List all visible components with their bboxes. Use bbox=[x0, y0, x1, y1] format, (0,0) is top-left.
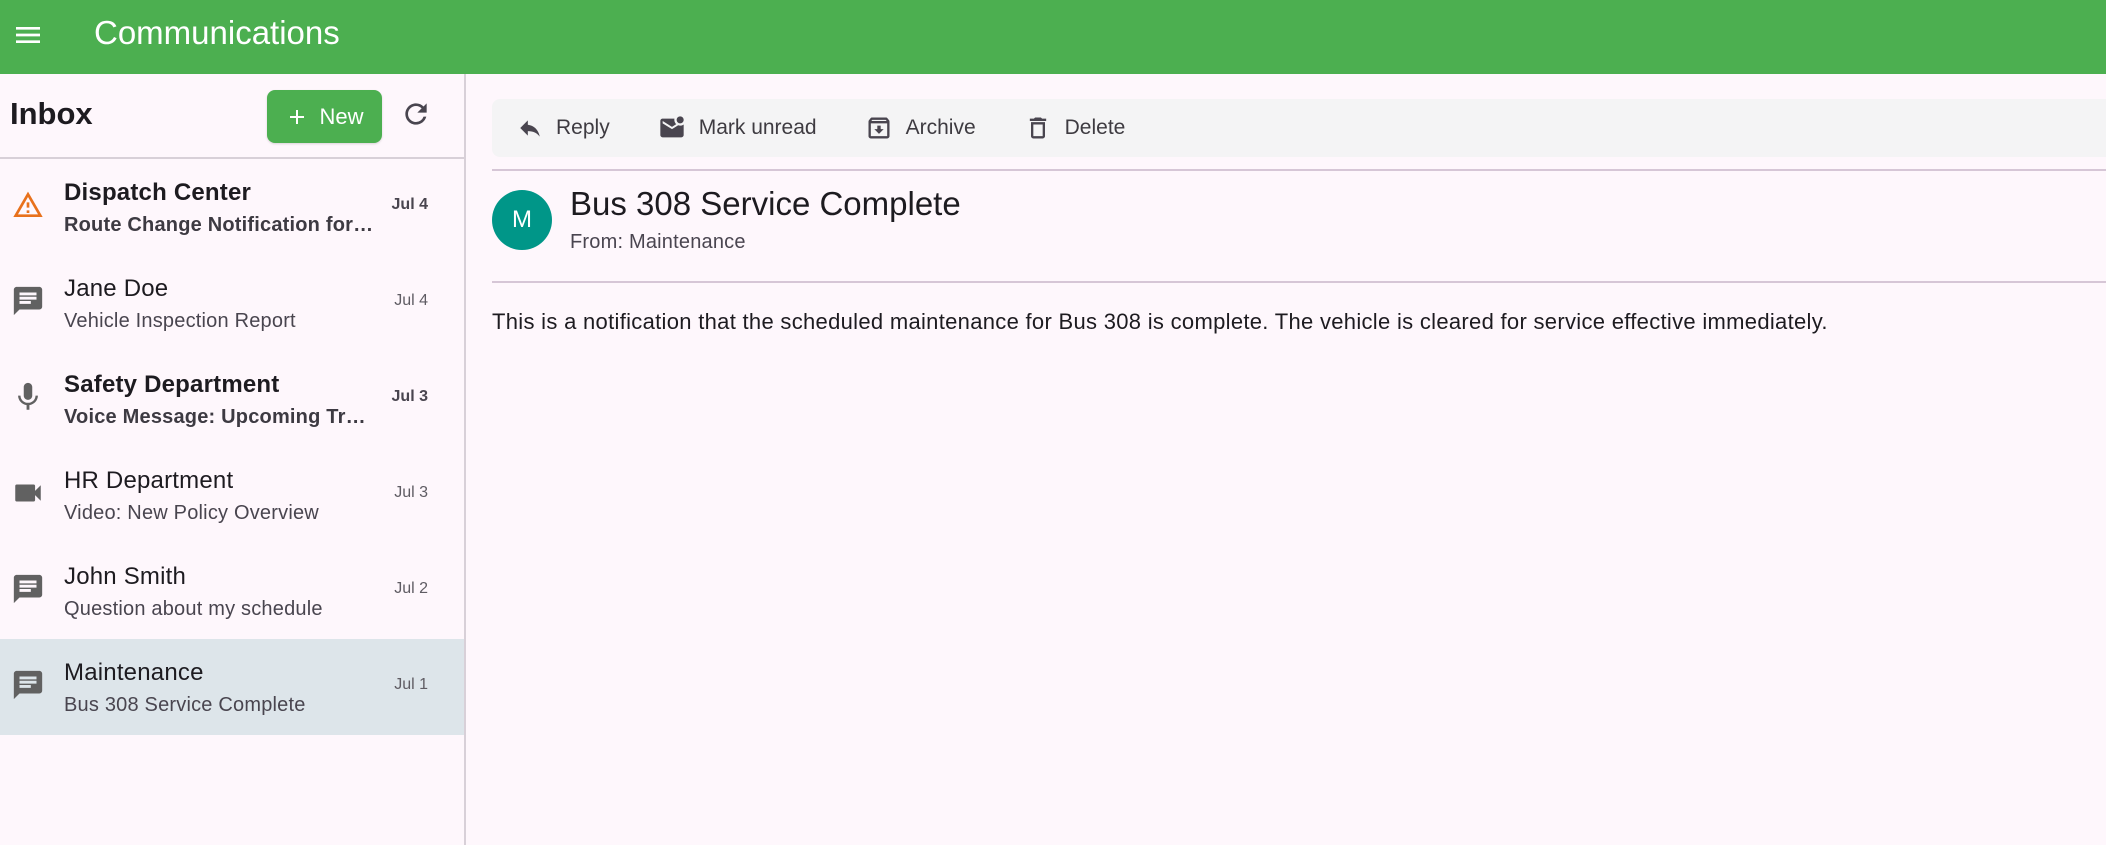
message-subject: Question about my schedule bbox=[64, 598, 323, 620]
chat-icon bbox=[10, 667, 46, 703]
message-sender: HR Department bbox=[64, 467, 234, 494]
delete-button[interactable]: Delete bbox=[1024, 99, 1126, 157]
mark-unread-label: Mark unread bbox=[698, 116, 817, 139]
message-body: This is a notification that the schedule… bbox=[492, 309, 1828, 334]
inbox-header: Inbox New bbox=[0, 74, 464, 159]
inbox-title: Inbox bbox=[10, 96, 93, 131]
menu-button[interactable] bbox=[1, 10, 55, 64]
message-sender: Maintenance bbox=[64, 659, 204, 686]
message-sender: Jane Doe bbox=[64, 275, 169, 302]
new-message-button[interactable]: New bbox=[267, 90, 382, 143]
message-list-item[interactable]: Dispatch Center Route Change Notificatio… bbox=[0, 159, 464, 255]
message-date: Jul 3 bbox=[391, 388, 428, 405]
inbox-sidebar: Inbox New Dispatch Center Route Change N… bbox=[0, 74, 466, 845]
header-divider bbox=[492, 169, 2106, 171]
reply-icon bbox=[517, 115, 543, 141]
app-title: Communications bbox=[94, 14, 340, 51]
new-button-label: New bbox=[319, 103, 364, 129]
plus-icon bbox=[285, 105, 309, 129]
reply-label: Reply bbox=[556, 116, 610, 139]
message-subject: Voice Message: Upcoming Tra… bbox=[64, 406, 374, 428]
refresh-icon bbox=[400, 98, 432, 135]
message-date: Jul 4 bbox=[394, 292, 428, 309]
message-list-item[interactable]: Safety Department Voice Message: Upcomin… bbox=[0, 351, 464, 447]
refresh-button[interactable] bbox=[393, 93, 439, 139]
message-list-item[interactable]: HR Department Video: New Policy Overview… bbox=[0, 447, 464, 543]
archive-icon bbox=[865, 114, 893, 142]
body-divider bbox=[492, 281, 2106, 283]
archive-button[interactable]: Archive bbox=[865, 99, 976, 157]
message-sender: Dispatch Center bbox=[64, 179, 252, 206]
message-date: Jul 3 bbox=[394, 484, 428, 501]
microphone-icon bbox=[10, 379, 46, 415]
message-list: Dispatch Center Route Change Notificatio… bbox=[0, 159, 464, 735]
videocam-icon bbox=[10, 475, 46, 511]
chat-icon bbox=[10, 283, 46, 319]
message-toolbar: Reply Mark unread Archive Delete bbox=[492, 99, 2106, 157]
message-from: From: Maintenance bbox=[570, 231, 746, 253]
message-subject: Bus 308 Service Complete bbox=[64, 694, 306, 716]
message-date: Jul 4 bbox=[391, 196, 428, 213]
message-sender: Safety Department bbox=[64, 371, 280, 398]
message-subject: Video: New Policy Overview bbox=[64, 502, 319, 524]
message-list-item-selected[interactable]: Maintenance Bus 308 Service Complete Jul… bbox=[0, 639, 464, 735]
message-list-item[interactable]: John Smith Question about my schedule Ju… bbox=[0, 543, 464, 639]
app-bar: Communications bbox=[0, 0, 2106, 74]
warning-icon bbox=[10, 187, 46, 223]
message-subject: Vehicle Inspection Report bbox=[64, 310, 296, 332]
reply-button[interactable]: Reply bbox=[517, 99, 610, 157]
message-list-item[interactable]: Jane Doe Vehicle Inspection Report Jul 4 bbox=[0, 255, 464, 351]
message-detail-pane: Reply Mark unread Archive Delete M Bus 3… bbox=[468, 74, 2106, 845]
message-sender: John Smith bbox=[64, 563, 187, 590]
chat-icon bbox=[10, 571, 46, 607]
archive-label: Archive bbox=[905, 116, 976, 139]
delete-label: Delete bbox=[1064, 116, 1126, 139]
message-title: Bus 308 Service Complete bbox=[570, 185, 961, 222]
mark-unread-icon bbox=[658, 114, 686, 142]
message-subject: Route Change Notification for … bbox=[64, 214, 374, 236]
sender-avatar: M bbox=[492, 190, 552, 250]
message-date: Jul 1 bbox=[394, 676, 428, 693]
menu-icon bbox=[12, 19, 44, 56]
delete-icon bbox=[1024, 114, 1052, 142]
message-date: Jul 2 bbox=[394, 580, 428, 597]
mark-unread-button[interactable]: Mark unread bbox=[658, 99, 817, 157]
